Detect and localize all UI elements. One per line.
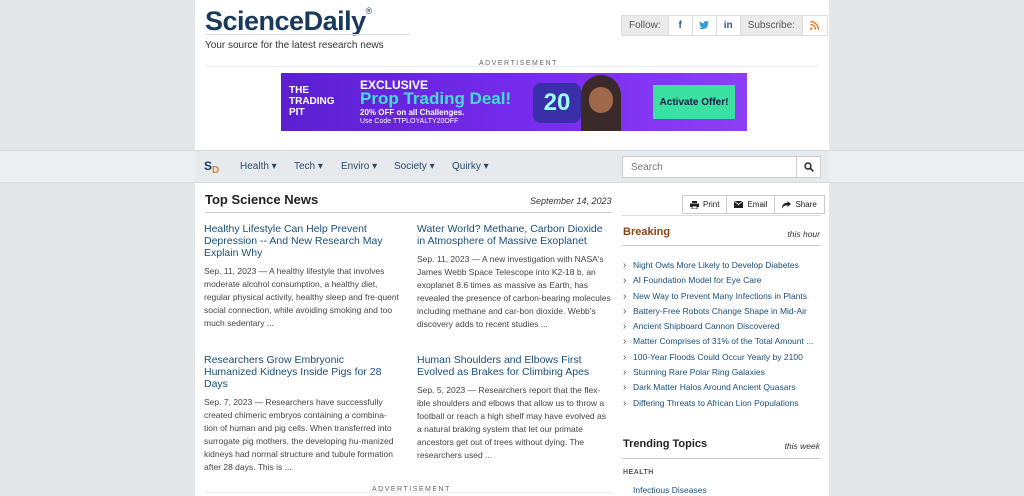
- breaking-item[interactable]: AI Foundation Model for Eye Care: [623, 273, 821, 289]
- breaking-item[interactable]: Matter Comprises of 31% of the Total Amo…: [623, 334, 821, 350]
- breaking-item[interactable]: Dark Matter Halos Around Ancient Quasars: [623, 380, 821, 396]
- share-button[interactable]: Share: [775, 196, 823, 213]
- story-card: Healthy Lifestyle Can Help Prevent Depre…: [204, 223, 400, 330]
- share-arrow-icon: [782, 200, 792, 208]
- facebook-icon[interactable]: f: [668, 16, 693, 35]
- share-label: Share: [795, 200, 817, 209]
- subscribe-label: Subscribe:: [740, 16, 803, 35]
- trending-category: HEALTH: [623, 469, 654, 476]
- search-input[interactable]: [623, 157, 796, 177]
- story-card: Human Shoulders and Elbows First Evolved…: [417, 354, 613, 462]
- logo-registered-mark: ®: [365, 6, 373, 16]
- ad-code: Use Code TTPLOYALTY20OFF: [360, 118, 459, 125]
- breaking-item[interactable]: Stunning Rare Polar Ring Galaxies: [623, 365, 821, 381]
- trending-topic-link[interactable]: Infectious Diseases: [633, 485, 707, 495]
- story-card: Water World? Methane, Carbon Dioxide in …: [417, 223, 613, 331]
- email-button[interactable]: Email: [727, 196, 776, 213]
- ad-banner[interactable]: THE TRADING PIT EXCLUSIVE Prop Trading D…: [281, 73, 747, 131]
- share-divider: [622, 215, 821, 216]
- story-headline[interactable]: Water World? Methane, Carbon Dioxide in …: [417, 223, 613, 247]
- share-toolbar: Print Email Share: [682, 195, 825, 214]
- nav-quirky[interactable]: Quirky ▾: [452, 161, 489, 172]
- page-container: ScienceDaily® Your source for the latest…: [195, 0, 829, 496]
- story-card: Researchers Grow Embryonic Humanized Kid…: [204, 354, 400, 474]
- header-divider: [205, 34, 410, 35]
- search-icon: [803, 162, 814, 172]
- ad-headline-2: Prop Trading Deal!: [360, 89, 512, 108]
- navbar-inner: SD Health ▾ Tech ▾ Enviro ▾ Society ▾ Qu…: [195, 151, 829, 182]
- top-news-divider: [205, 212, 612, 213]
- top-news-date: September 14, 2023: [530, 196, 612, 206]
- nav-health[interactable]: Health ▾: [240, 161, 277, 172]
- logo-text: ScienceDaily: [205, 6, 366, 36]
- print-label: Print: [703, 200, 720, 209]
- email-label: Email: [747, 200, 768, 209]
- search-button[interactable]: [796, 157, 820, 177]
- story-headline[interactable]: Healthy Lifestyle Can Help Prevent Depre…: [204, 223, 400, 259]
- print-button[interactable]: Print: [683, 196, 728, 213]
- ad-person-image: [581, 75, 621, 131]
- nav-tech[interactable]: Tech ▾: [294, 161, 323, 172]
- breaking-title: Breaking: [623, 226, 671, 238]
- search-box: [622, 156, 821, 178]
- breaking-item[interactable]: Night Owls More Likely to Develop Diabet…: [623, 258, 821, 274]
- social-bar: Follow: f in Subscribe:: [621, 15, 828, 36]
- ad-rule-top: [205, 66, 819, 67]
- twitter-icon[interactable]: [692, 16, 717, 35]
- trending-divider: [622, 458, 821, 459]
- breaking-list: Night Owls More Likely to Develop Diabet…: [623, 258, 821, 411]
- trending-subtitle: this week: [784, 441, 820, 451]
- ad-rule-bottom: [205, 492, 612, 493]
- story-summary: Sep. 5, 2023 — Researchers report that t…: [417, 385, 607, 460]
- story-summary: Sep. 11, 2023 — A new investigation with…: [417, 254, 611, 329]
- rss-icon[interactable]: [802, 16, 827, 35]
- print-icon: [690, 200, 699, 209]
- linkedin-icon[interactable]: in: [716, 16, 741, 35]
- top-news-title: Top Science News: [205, 192, 319, 207]
- story-summary: Sep. 11, 2023 — A healthy lifestyle that…: [204, 266, 399, 328]
- breaking-item[interactable]: Ancient Shipboard Cannon Discovered: [623, 319, 821, 335]
- site-logo[interactable]: ScienceDaily®: [205, 6, 372, 37]
- story-summary: Sep. 7, 2023 — Researchers have successf…: [204, 397, 394, 472]
- sd-logo[interactable]: SD: [204, 159, 220, 176]
- trending-title: Trending Topics: [623, 438, 708, 450]
- ad-offer: 20% OFF on all Challenges.: [360, 108, 465, 117]
- sd-logo-s: S: [204, 159, 213, 173]
- main-navbar: SD Health ▾ Tech ▾ Enviro ▾ Society ▾ Qu…: [0, 150, 1024, 183]
- follow-label: Follow:: [622, 16, 669, 35]
- breaking-subtitle: this hour: [787, 229, 820, 239]
- ad-graphic: 20: [533, 83, 581, 123]
- ad-cta-button[interactable]: Activate Offer!: [653, 85, 735, 119]
- breaking-item[interactable]: Differing Threats to African Lion Popula…: [623, 396, 821, 412]
- envelope-icon: [734, 201, 744, 208]
- breaking-item[interactable]: New Way to Prevent Many Infections in Pl…: [623, 289, 821, 305]
- nav-enviro[interactable]: Enviro ▾: [341, 161, 377, 172]
- story-headline[interactable]: Human Shoulders and Elbows First Evolved…: [417, 354, 613, 378]
- sd-logo-d: D: [212, 165, 220, 176]
- breaking-divider: [622, 245, 821, 246]
- site-tagline: Your source for the latest research news: [205, 40, 384, 51]
- breaking-item[interactable]: Battery-Free Robots Change Shape in Mid-…: [623, 304, 821, 320]
- ad-brand: THE TRADING PIT: [289, 85, 335, 118]
- breaking-item[interactable]: 100-Year Floods Could Occur Yearly by 21…: [623, 350, 821, 366]
- story-headline[interactable]: Researchers Grow Embryonic Humanized Kid…: [204, 354, 400, 390]
- nav-society[interactable]: Society ▾: [394, 161, 435, 172]
